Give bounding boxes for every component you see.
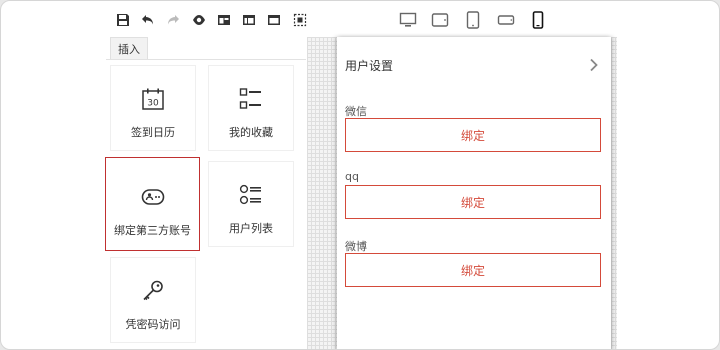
binding-label-qq: qq <box>345 170 359 183</box>
layout-header-icon[interactable] <box>265 11 283 29</box>
component-label: 绑定第三方账号 <box>114 224 191 237</box>
layout-top-icon[interactable] <box>240 11 258 29</box>
favorites-list-icon <box>238 86 264 112</box>
desktop-icon[interactable] <box>398 11 418 29</box>
component-bind-third-party[interactable]: 绑定第三方账号 <box>105 157 200 251</box>
preview-eye-icon[interactable] <box>190 11 208 29</box>
phone-portrait-icon[interactable] <box>530 11 546 29</box>
user-list-icon <box>238 182 264 208</box>
undo-icon[interactable] <box>139 11 157 29</box>
redo-icon[interactable] <box>164 11 182 29</box>
component-password-access[interactable]: 凭密码访问 <box>110 257 196 343</box>
calendar-day: 30 <box>147 99 159 109</box>
bind-wechat-button[interactable]: 绑定 <box>345 118 601 152</box>
layout-left-icon[interactable] <box>215 11 233 29</box>
sidebar-tabbar: 插入 <box>106 37 306 60</box>
tablet-landscape-icon[interactable] <box>430 11 450 29</box>
toolbar <box>1 1 719 37</box>
save-icon[interactable] <box>114 11 132 29</box>
phone-landscape-icon[interactable] <box>496 11 516 29</box>
bind-account-icon <box>140 184 166 210</box>
component-label: 用户列表 <box>229 222 273 235</box>
page-title: 用户设置 <box>345 59 394 73</box>
component-label: 凭密码访问 <box>125 318 181 331</box>
app-window: 插入 30 签到日历 我的收藏 绑定第三方账号 用户列表 凭密码访问 用户设置 … <box>0 0 720 350</box>
component-my-favorites[interactable]: 我的收藏 <box>208 65 294 151</box>
component-palette: 30 签到日历 我的收藏 绑定第三方账号 用户列表 凭密码访问 <box>105 59 306 349</box>
select-area-icon[interactable] <box>291 11 309 29</box>
component-checkin-calendar[interactable]: 30 签到日历 <box>110 65 196 151</box>
component-label: 我的收藏 <box>229 126 273 139</box>
key-icon <box>140 278 166 304</box>
tablet-portrait-icon[interactable] <box>464 11 482 29</box>
tab-insert[interactable]: 插入 <box>110 37 148 59</box>
bind-qq-button[interactable]: 绑定 <box>345 185 601 219</box>
chevron-right-icon[interactable] <box>589 57 601 72</box>
component-user-list[interactable]: 用户列表 <box>208 161 294 247</box>
binding-label-wechat: 微信 <box>345 105 367 118</box>
calendar-icon: 30 <box>140 86 166 112</box>
phone-preview: 用户设置 微信 绑定 qq 绑定 微博 绑定 <box>337 37 611 349</box>
binding-label-weibo: 微博 <box>345 240 367 253</box>
bind-weibo-button[interactable]: 绑定 <box>345 253 601 287</box>
component-label: 签到日历 <box>131 126 175 139</box>
